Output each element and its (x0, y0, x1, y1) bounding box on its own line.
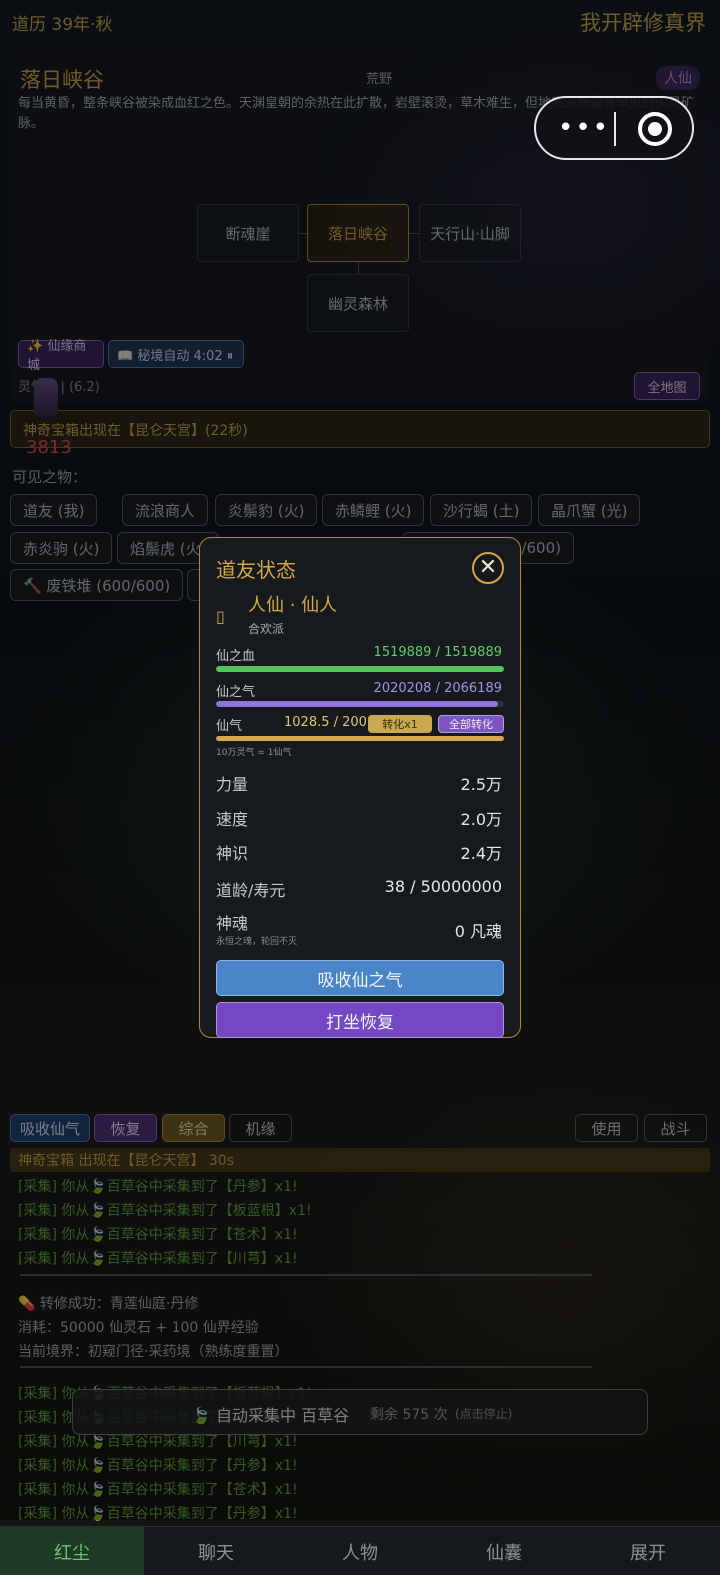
more-icon[interactable]: ••• (558, 114, 610, 142)
xianqi-value: 1028.5 / 200 (284, 715, 367, 730)
qi-bar (216, 701, 504, 707)
blood-bar-fill (216, 666, 504, 672)
close-icon[interactable]: ✕ (472, 552, 504, 584)
stat-age-value: 38 / 50000000 (384, 877, 502, 896)
convert-all-button[interactable]: 全部转化 (438, 715, 504, 733)
soul-sub: 永恒之魂，轮回不灭 (216, 937, 298, 947)
nav-hongchen[interactable]: 红尘 (0, 1527, 144, 1575)
stat-speed-label: 速度 (216, 810, 249, 829)
stat-speed-value: 2.0万 (460, 810, 502, 829)
status-modal: 道友状态 ✕ ▯ 人仙 · 仙人 合欢派 仙之血 1519889 / 15198… (199, 537, 521, 1038)
conversion-note: 10万灵气 = 1仙气 (216, 748, 292, 758)
blood-bar (216, 666, 504, 672)
bottom-nav: 红尘 聊天 人物 仙囊 展开 (0, 1526, 720, 1575)
capsule-divider (614, 112, 616, 146)
xianqi-bar-fill (216, 736, 504, 741)
xianqi-bar (216, 736, 504, 741)
mini-program-capsule: ••• (534, 96, 694, 160)
meditate-button[interactable]: 打坐恢复 (216, 1002, 504, 1038)
nav-chat[interactable]: 聊天 (144, 1527, 288, 1575)
absorb-qi-button[interactable]: 吸收仙之气 (216, 960, 504, 996)
stat-strength-label: 力量 (216, 775, 249, 794)
qi-label: 仙之气 (216, 685, 256, 700)
xianqi-label: 仙气 (216, 719, 243, 734)
nav-bag[interactable]: 仙囊 (432, 1527, 576, 1575)
rank-icon: ▯ (216, 607, 225, 626)
nav-character[interactable]: 人物 (288, 1527, 432, 1575)
rank-text: 人仙 · 仙人 (248, 595, 338, 616)
blood-value: 1519889 / 1519889 (373, 645, 502, 660)
sect-text: 合欢派 (248, 622, 285, 636)
modal-title: 道友状态 (216, 558, 296, 582)
stat-strength-value: 2.5万 (460, 775, 502, 794)
nav-expand[interactable]: 展开 (576, 1527, 720, 1575)
convert-one-button[interactable]: 转化x1 (368, 715, 432, 733)
qi-bar-fill (216, 701, 498, 707)
soul-value: 0 凡魂 (454, 922, 502, 941)
stat-sense-label: 神识 (216, 844, 249, 863)
close-target-icon[interactable] (638, 112, 672, 146)
stat-sense-value: 2.4万 (460, 844, 502, 863)
soul-label: 神魂 (216, 914, 249, 933)
stat-age-label: 道龄/寿元 (216, 881, 286, 900)
blood-label: 仙之血 (216, 649, 256, 664)
qi-value: 2020208 / 2066189 (373, 681, 502, 696)
